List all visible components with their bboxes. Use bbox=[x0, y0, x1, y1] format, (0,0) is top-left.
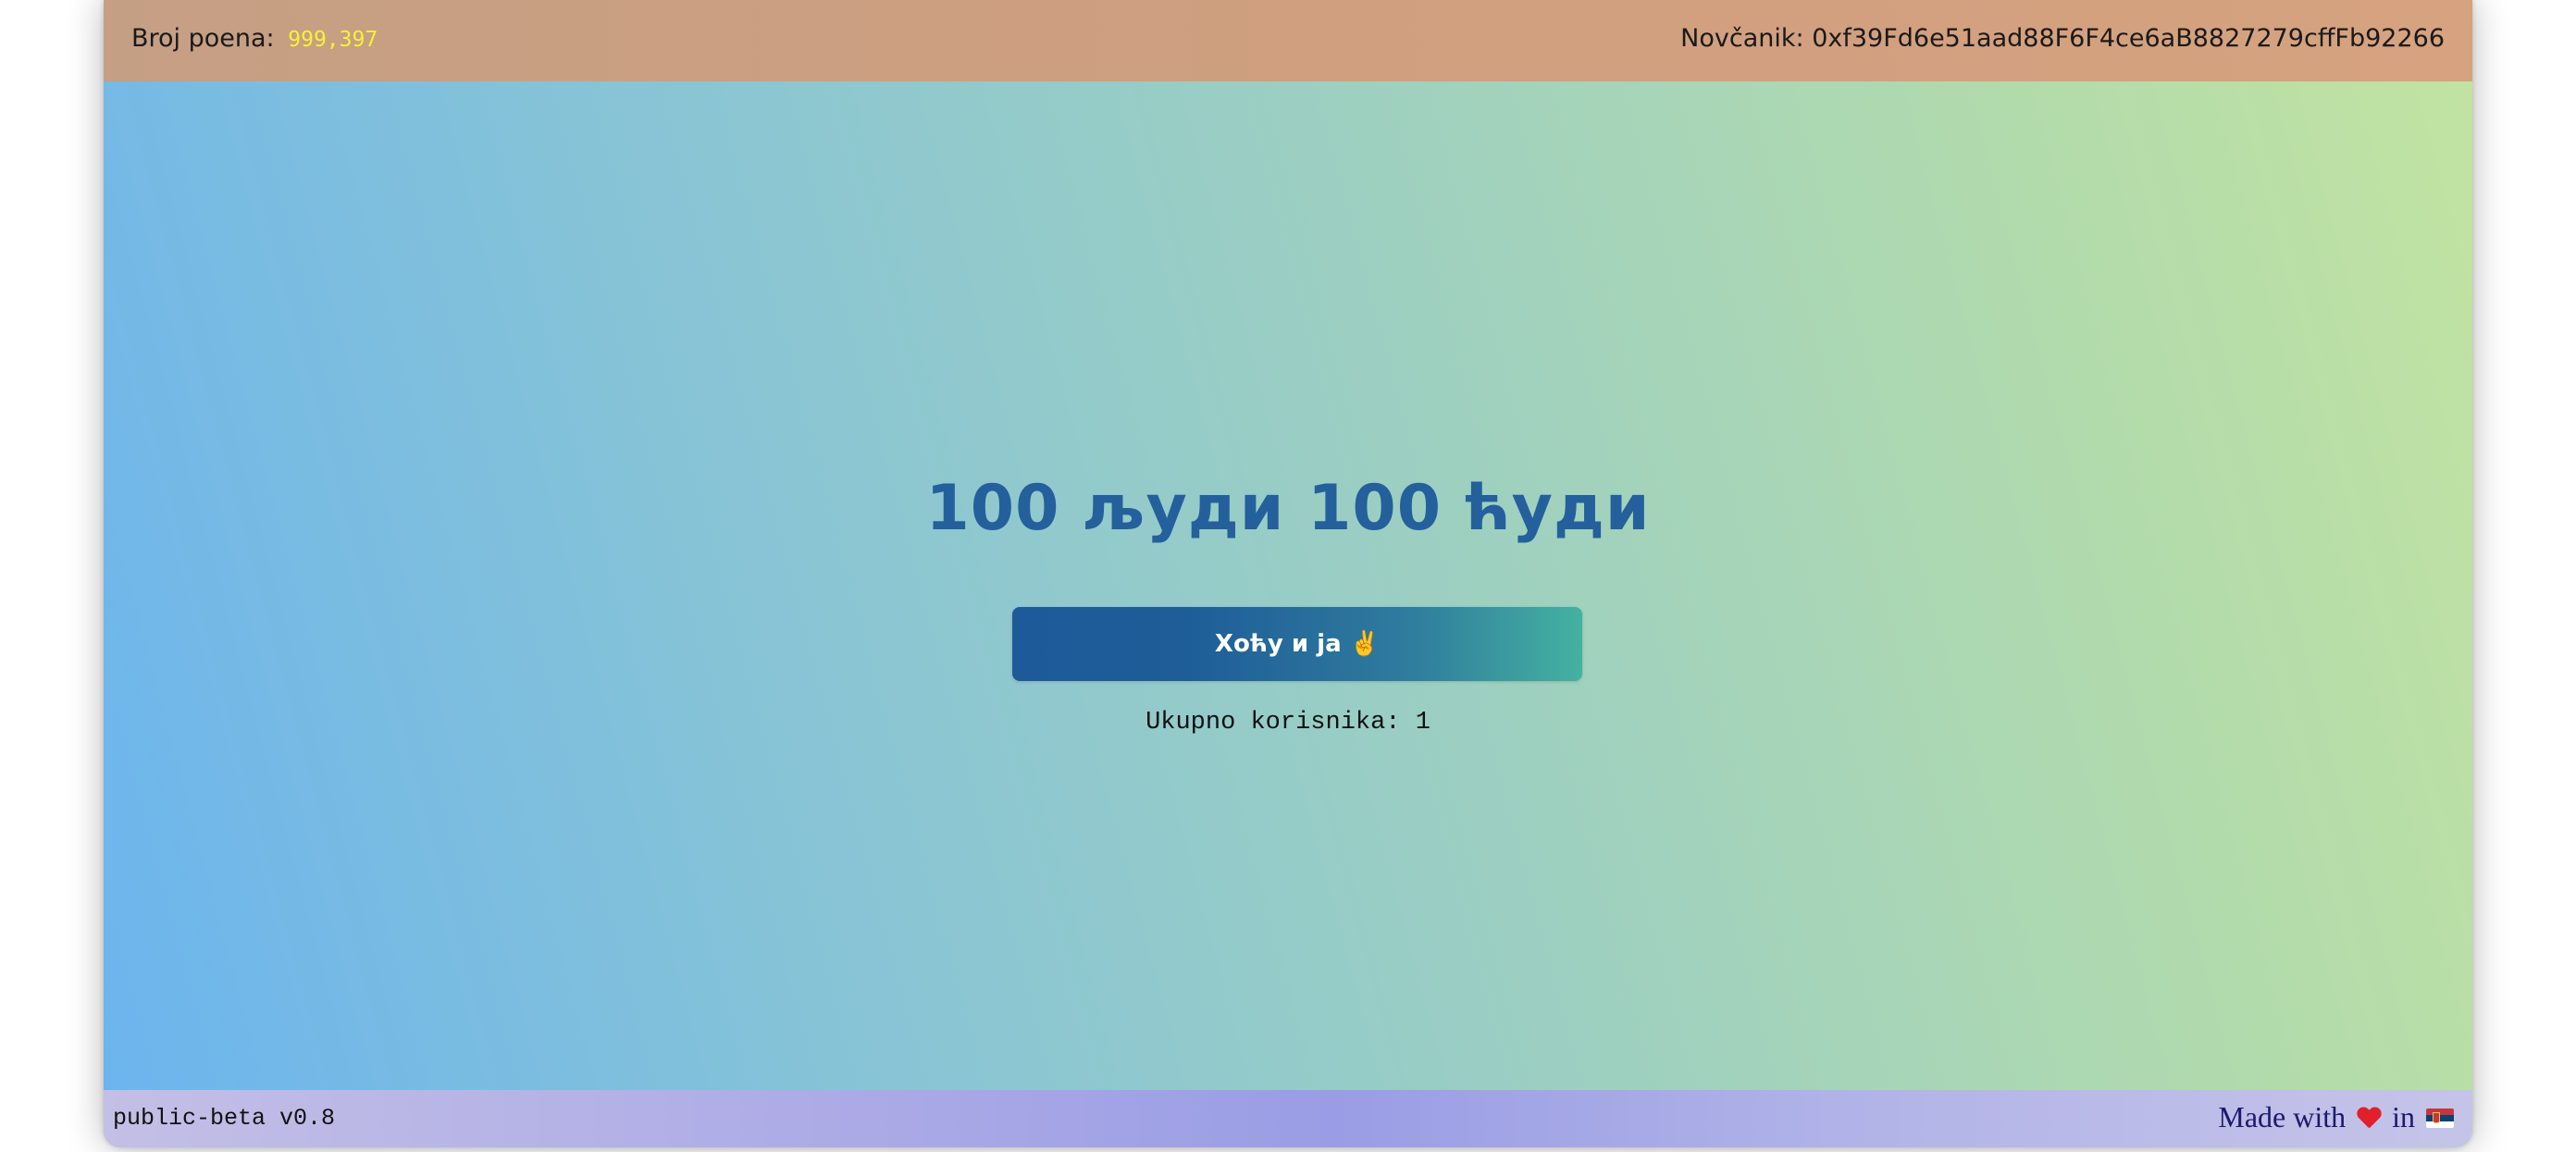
made-with-in: in bbox=[2392, 1100, 2415, 1133]
user-count-label: Ukupno korisnika: bbox=[1146, 709, 1401, 737]
user-count: Ukupno korisnika: 1 bbox=[104, 709, 2472, 737]
top-bar: Broj poena: 999,397 Novčanik: 0xf39Fd6e5… bbox=[104, 0, 2472, 81]
wallet-address: 0xf39Fd6e51aad88F6F4ce6aB8827279cffFb922… bbox=[1812, 24, 2445, 53]
wallet-display: Novčanik: 0xf39Fd6e51aad88F6F4ce6aB88272… bbox=[1680, 24, 2445, 53]
footer: public-beta v0.8 Made with in bbox=[104, 1090, 2472, 1147]
wallet-label: Novčanik: bbox=[1680, 24, 1804, 53]
points-value: 999,397 bbox=[288, 28, 378, 52]
made-with-prefix: Made with bbox=[2218, 1100, 2347, 1133]
points-display: Broj poena: 999,397 bbox=[131, 24, 378, 53]
heart-icon bbox=[2357, 1108, 2381, 1130]
app-window: Broj poena: 999,397 Novčanik: 0xf39Fd6e5… bbox=[104, 0, 2472, 1147]
version-label: public-beta v0.8 bbox=[113, 1105, 336, 1132]
user-count-value: 1 bbox=[1415, 709, 1430, 737]
page-title: 100 људи 100 ћуди bbox=[925, 472, 1651, 545]
made-with-credit: Made with in bbox=[2218, 1100, 2454, 1134]
points-label: Broj poena: bbox=[131, 24, 275, 53]
serbia-flag-icon bbox=[2426, 1109, 2454, 1128]
join-button[interactable]: Хоћу и ја ✌️ bbox=[1012, 607, 1582, 681]
